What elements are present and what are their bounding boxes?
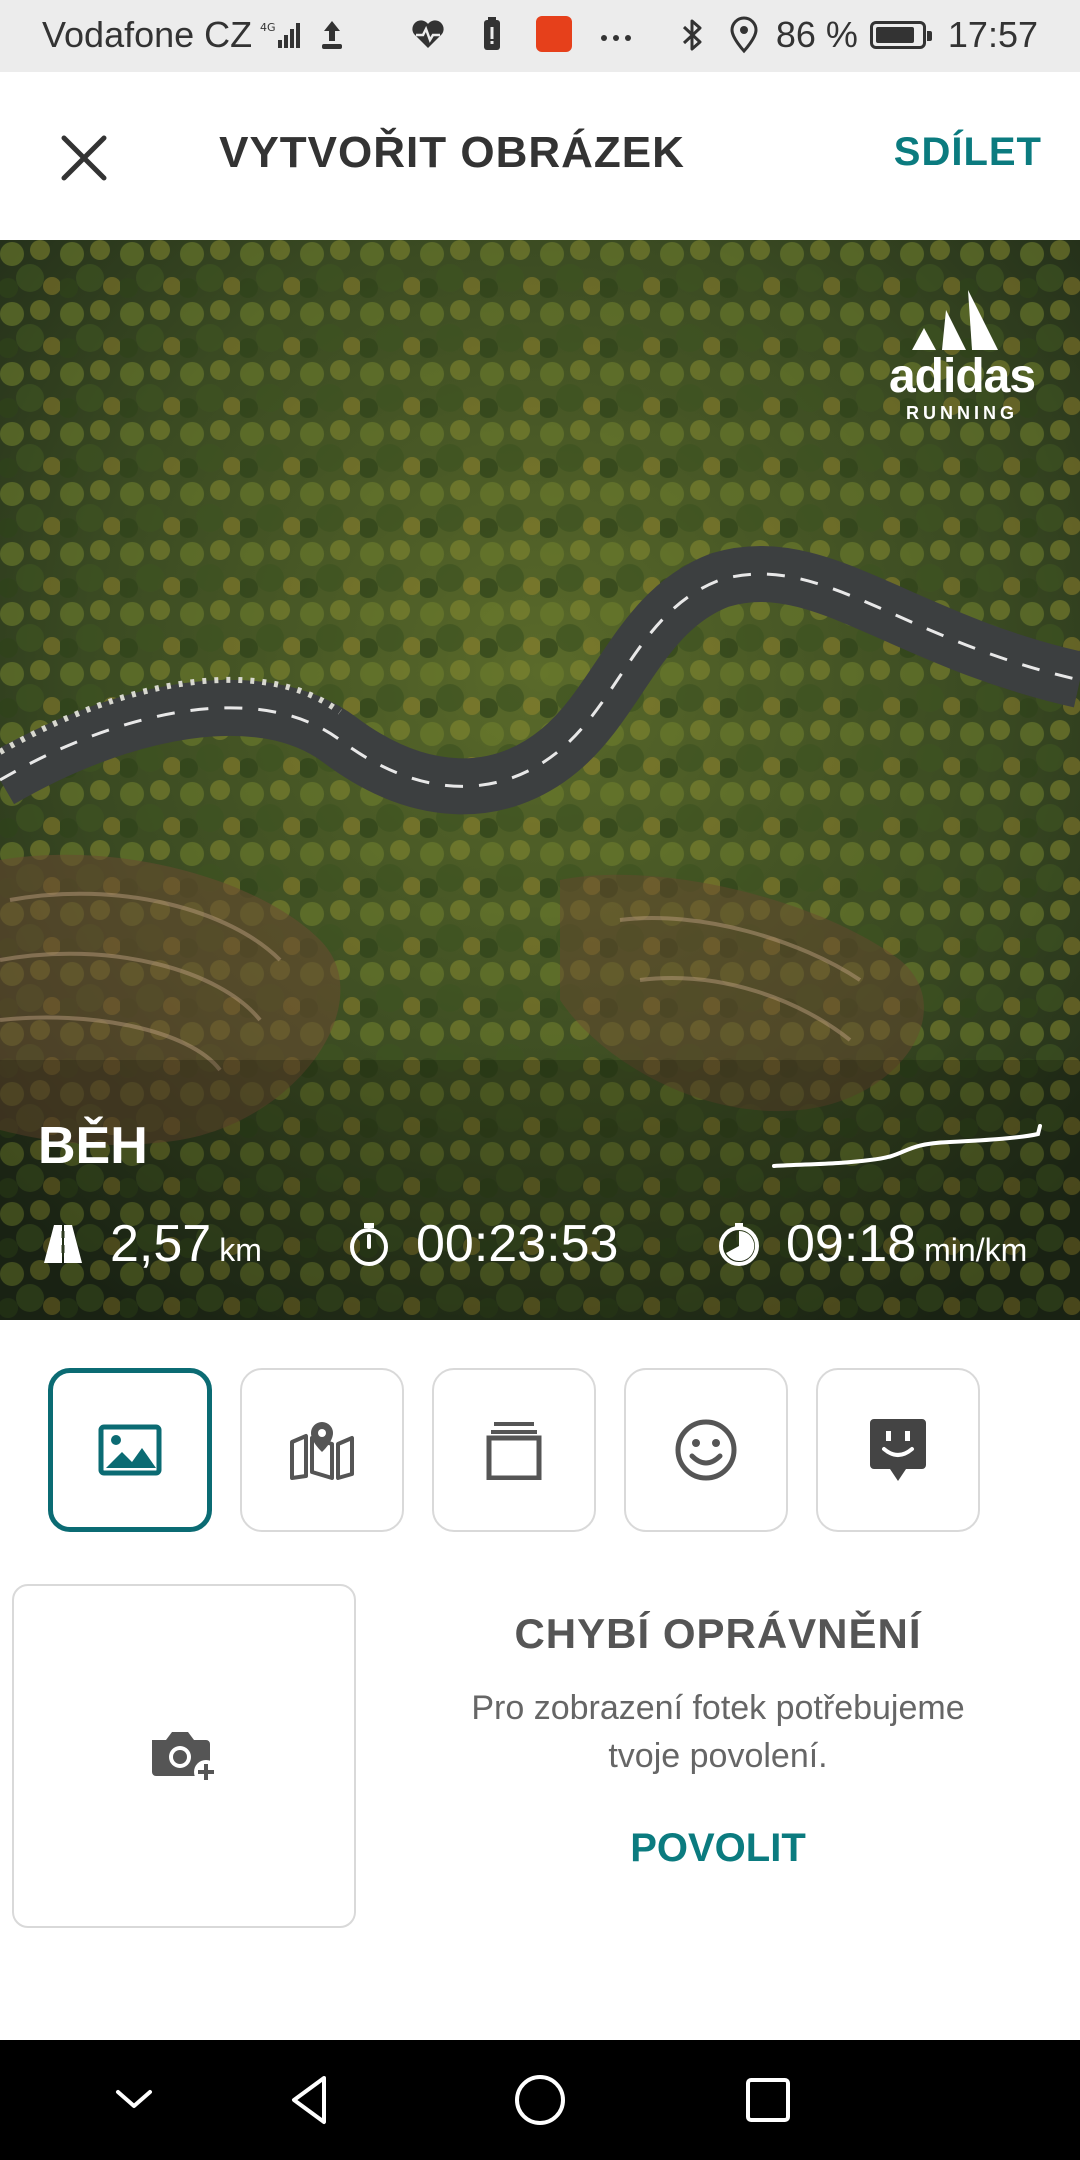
duration-stat: 00:23:53 (346, 1214, 618, 1274)
home-icon (515, 2075, 565, 2125)
permission-text-line2: tvoje povolení. (608, 1737, 828, 1775)
pace-value: 09:18 (786, 1215, 917, 1273)
pace-stat: 09:18 min/km (716, 1214, 1027, 1274)
app-header: VYTVOŘIT OBRÁZEK SDÍLET (0, 72, 1080, 240)
stopwatch-icon (350, 1223, 388, 1266)
stats-row: 2,57 km 00:23:53 09:18 min/km (0, 1214, 1080, 1294)
hide-keyboard-icon (116, 2090, 152, 2108)
share-image-preview: adidas RUNNING BĚH 2,57 km 00:23:53 09:1… (0, 240, 1080, 1320)
smiley-icon (675, 1419, 737, 1481)
permission-text-line1: Pro zobrazení fotek potřebujeme (471, 1689, 965, 1727)
add-photo-icon (152, 1732, 218, 1784)
add-photo-button[interactable] (12, 1584, 356, 1928)
upload-icon (322, 21, 343, 49)
bluetooth-icon (682, 19, 702, 51)
recents-button[interactable] (738, 2070, 798, 2130)
back-icon (292, 2076, 326, 2124)
aliexpress-icon (536, 16, 572, 52)
distance-stat: 2,57 km (40, 1214, 262, 1274)
heart-rate-icon (412, 20, 444, 48)
adidas-running-logo: adidas RUNNING (880, 280, 1044, 424)
layers-icon (486, 1422, 542, 1480)
battery-percent: 86 % (775, 14, 858, 55)
allow-button[interactable]: POVOLIT (630, 1826, 806, 1871)
image-icon (98, 1424, 162, 1476)
sticker-icon (870, 1419, 926, 1481)
status-bar: Vodafone CZ 4G 86 % 17:57 (0, 0, 1080, 72)
permission-title: CHYBÍ OPRÁVNĚNÍ (514, 1610, 922, 1657)
share-button[interactable]: SDÍLET (894, 130, 1042, 175)
brand-word: adidas (888, 350, 1036, 403)
more-icon (601, 35, 631, 41)
signal-icon: 4G (260, 21, 301, 48)
battery-icon (869, 21, 932, 49)
distance-unit: km (219, 1232, 262, 1268)
recents-icon (746, 2078, 790, 2122)
adidas-logo-icon (912, 290, 998, 350)
hide-keyboard-button[interactable] (104, 2070, 164, 2130)
route-trace (772, 1124, 1042, 1168)
road-icon (44, 1225, 82, 1263)
pace-unit: min/km (924, 1232, 1028, 1268)
home-button[interactable] (510, 2070, 570, 2130)
location-icon (730, 16, 758, 54)
tool-map[interactable] (240, 1368, 404, 1532)
back-button[interactable] (280, 2070, 340, 2130)
activity-type: BĚH (38, 1117, 148, 1175)
brand-subtitle: RUNNING (906, 403, 1018, 423)
network-type: 4G (260, 21, 276, 34)
permission-text: Pro zobrazení fotek potřebujeme tvoje po… (400, 1684, 1036, 1780)
battery-saver-icon (484, 17, 500, 50)
tool-layout[interactable] (432, 1368, 596, 1532)
system-nav-bar (0, 2040, 1080, 2160)
tool-sticker[interactable] (816, 1368, 980, 1532)
permission-message: CHYBÍ OPRÁVNĚNÍ Pro zobrazení fotek potř… (400, 1600, 1036, 1871)
clock: 17:57 (947, 14, 1038, 55)
carrier-name: Vodafone CZ (42, 14, 253, 55)
map-icon (290, 1422, 354, 1480)
page-title: VYTVOŘIT OBRÁZEK (219, 128, 685, 177)
tool-emoji[interactable] (624, 1368, 788, 1532)
pace-icon (719, 1223, 759, 1266)
duration-value: 00:23:53 (416, 1215, 619, 1273)
tool-background-image[interactable] (48, 1368, 212, 1532)
distance-value: 2,57 (110, 1215, 212, 1273)
